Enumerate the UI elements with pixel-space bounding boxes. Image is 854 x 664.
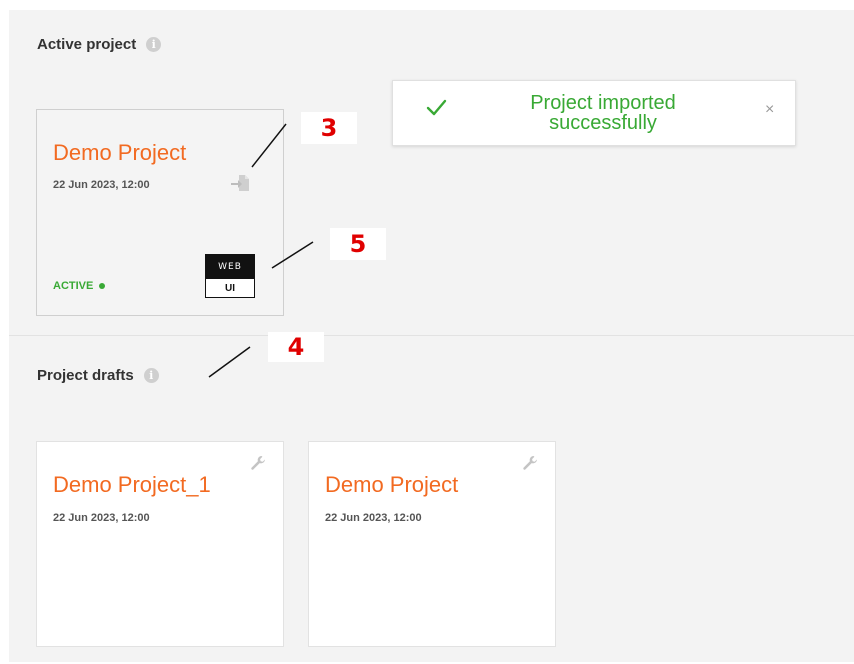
badge-bottom-label: UI (225, 282, 235, 294)
callout-3: 3 (301, 112, 357, 144)
callout-5: 5 (330, 228, 386, 260)
toast-message: Project imported successfully (498, 93, 708, 133)
active-project-heading: Active project i (37, 36, 162, 53)
info-icon[interactable]: i (143, 368, 159, 383)
callout-4: 4 (268, 332, 324, 362)
toast-message-line2: successfully (549, 112, 657, 134)
toast-message-line1: Project imported (530, 92, 676, 114)
import-file-icon[interactable] (229, 172, 251, 194)
card-title: Demo Project (53, 140, 187, 165)
wrench-icon[interactable] (249, 454, 267, 472)
section-divider (9, 335, 854, 336)
status-badge: ACTIVE (53, 280, 106, 292)
status-label: ACTIVE (53, 280, 94, 292)
badge-top-label: WEB (206, 255, 254, 279)
info-icon[interactable]: i (146, 37, 162, 52)
card-date: 22 Jun 2023, 12:00 (325, 512, 422, 524)
close-icon[interactable]: × (765, 101, 774, 119)
card-date: 22 Jun 2023, 12:00 (53, 512, 150, 524)
active-project-card[interactable]: Demo Project 22 Jun 2023, 12:00 ACTIVE W… (36, 109, 284, 316)
web-ui-badge: WEB UI (205, 254, 255, 298)
draft-project-card[interactable]: Demo Project 22 Jun 2023, 12:00 (308, 441, 556, 647)
status-dot (99, 283, 106, 289)
active-project-title: Active project (37, 36, 137, 53)
wrench-icon[interactable] (521, 454, 539, 472)
card-date: 22 Jun 2023, 12:00 (53, 179, 150, 191)
project-drafts-heading: Project drafts i (37, 367, 159, 384)
card-title: Demo Project_1 (53, 472, 211, 497)
checkmark-icon (426, 99, 447, 116)
card-title: Demo Project (325, 472, 459, 497)
draft-project-card[interactable]: Demo Project_1 22 Jun 2023, 12:00 (36, 441, 284, 647)
success-toast: Project imported successfully × (392, 80, 796, 146)
project-drafts-title: Project drafts (37, 367, 134, 384)
